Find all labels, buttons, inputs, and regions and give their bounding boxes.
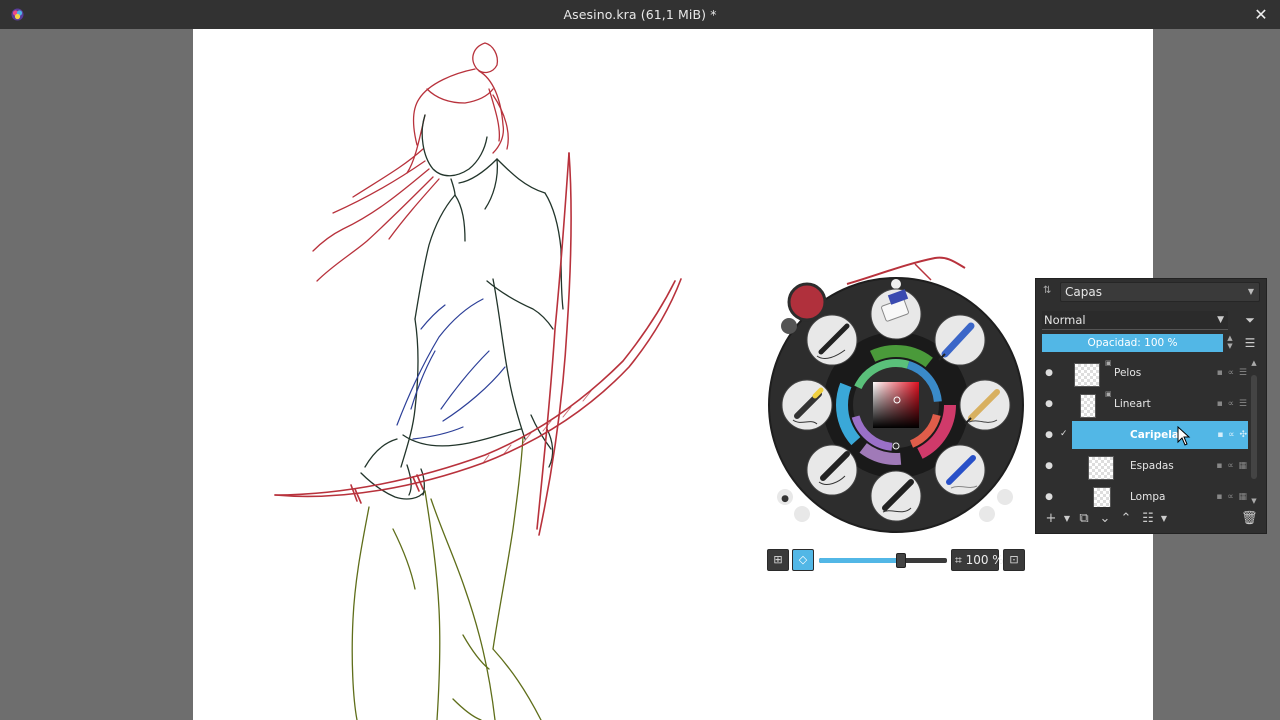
layers-docker: ⇅ Capas ▼ Normal ▼ ⏷ Opacidad: 100 % ▲ ▼ …: [1035, 278, 1267, 534]
brush-preset-blue-pencil[interactable]: [935, 315, 985, 365]
move-up-icon[interactable]: ⌃: [1118, 510, 1134, 528]
docker-menu-icon[interactable]: ☰: [1242, 336, 1258, 350]
brush-preset-ink-pen[interactable]: [807, 445, 857, 495]
lock-badge-icon: ▣: [1105, 359, 1112, 367]
visibility-eye-icon[interactable]: ●: [1043, 492, 1055, 504]
visibility-eye-icon[interactable]: ●: [1043, 430, 1055, 442]
brush-preset-ink[interactable]: [807, 315, 857, 365]
move-down-icon[interactable]: ⌄: [1097, 510, 1113, 528]
scroll-up-icon[interactable]: ▲: [1249, 359, 1259, 367]
zoom-value[interactable]: ⌗ 100 %: [951, 549, 1004, 571]
opacity-spinner[interactable]: ▲ ▼: [1225, 334, 1235, 352]
docker-header: ⇅ Capas ▼: [1036, 279, 1266, 305]
layer-properties-icons[interactable]: ▪ ∝ ▦: [1216, 461, 1248, 471]
layer-thumbnail: [1088, 456, 1114, 480]
window-title: Asesino.kra (61,1 MiB) *: [563, 7, 717, 22]
layer-name: Caripela: [1130, 429, 1179, 441]
filter-icon[interactable]: ⏷: [1242, 313, 1258, 329]
palette-zoom-bar: ⊞ ◇ ⌗ 100 % ⊡: [767, 549, 1025, 571]
layer-toolbar: + ▼ ⧉ ⌄ ⌃ ☷ ▼ 🗑: [1036, 509, 1266, 531]
checkmark-icon[interactable]: ✓: [1060, 429, 1068, 439]
layer-row-lompa[interactable]: ● Lompa ▪ ∝ ▦: [1036, 483, 1248, 507]
layer-row-caripela[interactable]: ● ✓ Caripela ▪ ∝ ✣: [1036, 421, 1248, 452]
layer-name: Espadas: [1130, 460, 1174, 472]
brush-preset-eraser[interactable]: [871, 289, 921, 339]
expand-up-icon[interactable]: [979, 506, 995, 522]
layer-properties-icons[interactable]: ▪ ∝ ☰: [1217, 368, 1248, 378]
scrollbar-thumb[interactable]: [1251, 375, 1257, 479]
add-dropdown-icon[interactable]: ▼: [1059, 510, 1075, 528]
blend-mode-select[interactable]: Normal ▼: [1042, 311, 1228, 330]
brush-preset-pencil[interactable]: [960, 380, 1010, 430]
title-bar: Asesino.kra (61,1 MiB) * ✕: [0, 0, 1280, 29]
krita-window: Asesino.kra (61,1 MiB) * ✕ ● ⊞ ◇ ⌗ 100 %…: [0, 0, 1280, 720]
docker-title-select[interactable]: Capas ▼: [1060, 282, 1260, 302]
layer-thumbnail: [1080, 394, 1096, 418]
layer-list-scrollbar[interactable]: ▲ ▼: [1249, 359, 1259, 507]
duplicate-icon[interactable]: ⧉: [1076, 510, 1092, 528]
delete-icon[interactable]: 🗑: [1241, 510, 1258, 528]
collapse-arrow-icon[interactable]: [997, 489, 1013, 505]
layer-row-espadas[interactable]: ● Espadas ▪ ∝ ▦: [1036, 452, 1248, 483]
docker-title: Capas: [1065, 285, 1102, 299]
properties-dropdown-icon[interactable]: ▼: [1156, 510, 1172, 528]
pin-icon[interactable]: ◇: [792, 549, 814, 571]
canvas-only-icon[interactable]: ⊞: [767, 549, 789, 571]
layer-properties-icons[interactable]: ▪ ∝ ☰: [1217, 399, 1248, 409]
layer-name: Lompa: [1130, 491, 1166, 503]
rotation-slider-fill: [819, 558, 901, 563]
brush-preset-blue-pencil-2[interactable]: [935, 445, 985, 495]
fit-zoom-icon[interactable]: ⊡: [1003, 549, 1025, 571]
chevron-down-icon: ▼: [1217, 315, 1224, 325]
visibility-eye-icon[interactable]: ●: [1043, 461, 1055, 473]
rotation-slider-handle[interactable]: [895, 553, 906, 568]
layer-thumbnail: [1093, 487, 1111, 507]
popup-palette[interactable]: ●: [765, 250, 1027, 535]
layer-list: ● ▣ Pelos ▪ ∝ ☰ ● ▣ Lineart ▪ ∝ ☰ ● ✓ Ca…: [1036, 359, 1248, 507]
lock-badge-icon: ▣: [1105, 390, 1112, 398]
layer-row-pelos[interactable]: ● ▣ Pelos ▪ ∝ ☰: [1036, 359, 1248, 390]
close-icon[interactable]: ✕: [1251, 5, 1271, 25]
add-layer-icon[interactable]: +: [1043, 510, 1059, 528]
layer-row-lineart[interactable]: ● ▣ Lineart ▪ ∝ ☰: [1036, 390, 1248, 421]
visibility-eye-icon[interactable]: ●: [1043, 368, 1055, 380]
layer-name: Lineart: [1114, 398, 1151, 410]
color-selector[interactable]: [838, 347, 954, 463]
brush-preset-pen[interactable]: [871, 471, 921, 521]
layer-properties-icons[interactable]: ▪ ∝ ✣: [1217, 430, 1248, 440]
visibility-eye-icon[interactable]: ●: [1043, 399, 1055, 411]
scroll-down-icon[interactable]: ▼: [1249, 497, 1259, 505]
layer-thumbnail: [1074, 363, 1100, 387]
rotation-slider[interactable]: [819, 553, 947, 568]
docker-grip-icon[interactable]: ⇅: [1043, 285, 1051, 296]
properties-icon[interactable]: ☷: [1140, 510, 1156, 528]
chevron-down-icon: ▼: [1247, 287, 1254, 296]
opacity-slider[interactable]: Opacidad: 100 %: [1042, 334, 1223, 352]
zoom-value-text: 100 %: [965, 553, 1004, 567]
brush-preset-marker[interactable]: [782, 380, 832, 430]
layer-name: Pelos: [1114, 367, 1142, 379]
blend-mode-value: Normal: [1044, 313, 1086, 327]
reset-rotation-icon[interactable]: [794, 506, 810, 522]
tag-selector-icon[interactable]: [777, 489, 793, 505]
mouse-cursor-icon: [1177, 426, 1191, 446]
layer-properties-icons[interactable]: ▪ ∝ ▦: [1216, 492, 1248, 502]
